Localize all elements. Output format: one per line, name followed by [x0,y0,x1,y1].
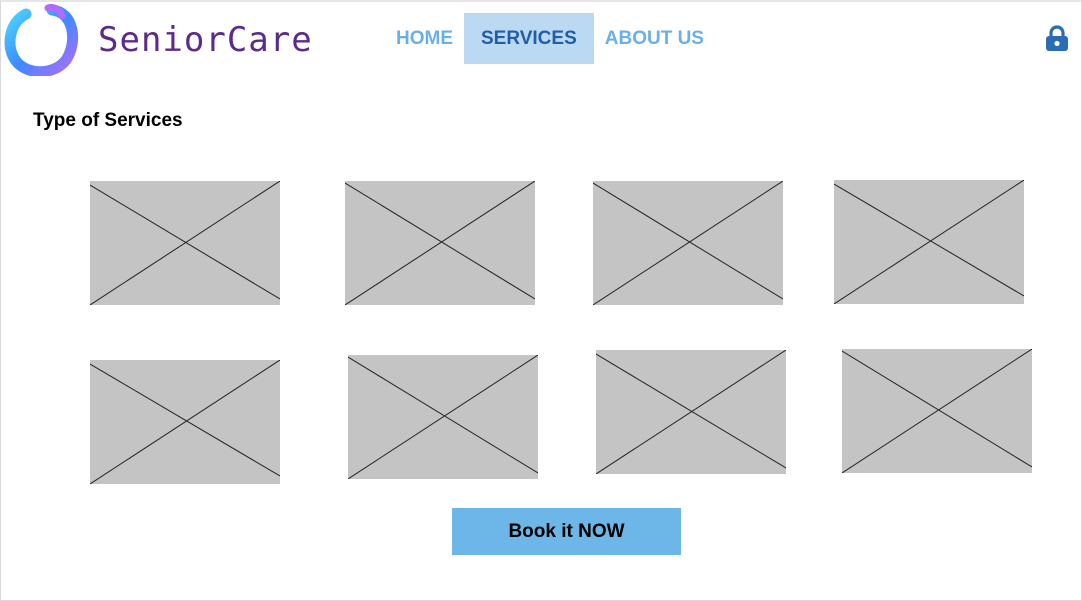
service-image-6[interactable] [348,355,538,479]
service-image-1[interactable] [90,181,280,305]
image-placeholder [345,181,535,305]
image-placeholder [834,180,1024,304]
ring-logo-icon [4,4,79,76]
nav-services[interactable]: SERVICES [464,13,594,64]
service-image-8[interactable] [842,349,1032,473]
brand-logo[interactable]: SeniorCare [2,2,313,76]
service-image-2[interactable] [345,181,535,305]
main-nav: HOME SERVICES ABOUT US [385,13,715,64]
book-now-button[interactable]: Book it NOW [452,508,681,555]
image-placeholder [596,350,786,474]
brand-name: SeniorCare [98,20,313,60]
nav-about-us[interactable]: ABOUT US [594,13,715,64]
lock-icon[interactable] [1045,25,1069,51]
image-placeholder [90,360,280,484]
image-placeholder [593,181,783,305]
section-title: Type of Services [33,110,183,131]
service-image-4[interactable] [834,180,1024,304]
image-placeholder [842,349,1032,473]
service-image-5[interactable] [90,360,280,484]
nav-home[interactable]: HOME [385,13,464,64]
service-image-7[interactable] [596,350,786,474]
image-placeholder [348,355,538,479]
image-placeholder [90,181,280,305]
service-image-3[interactable] [593,181,783,305]
